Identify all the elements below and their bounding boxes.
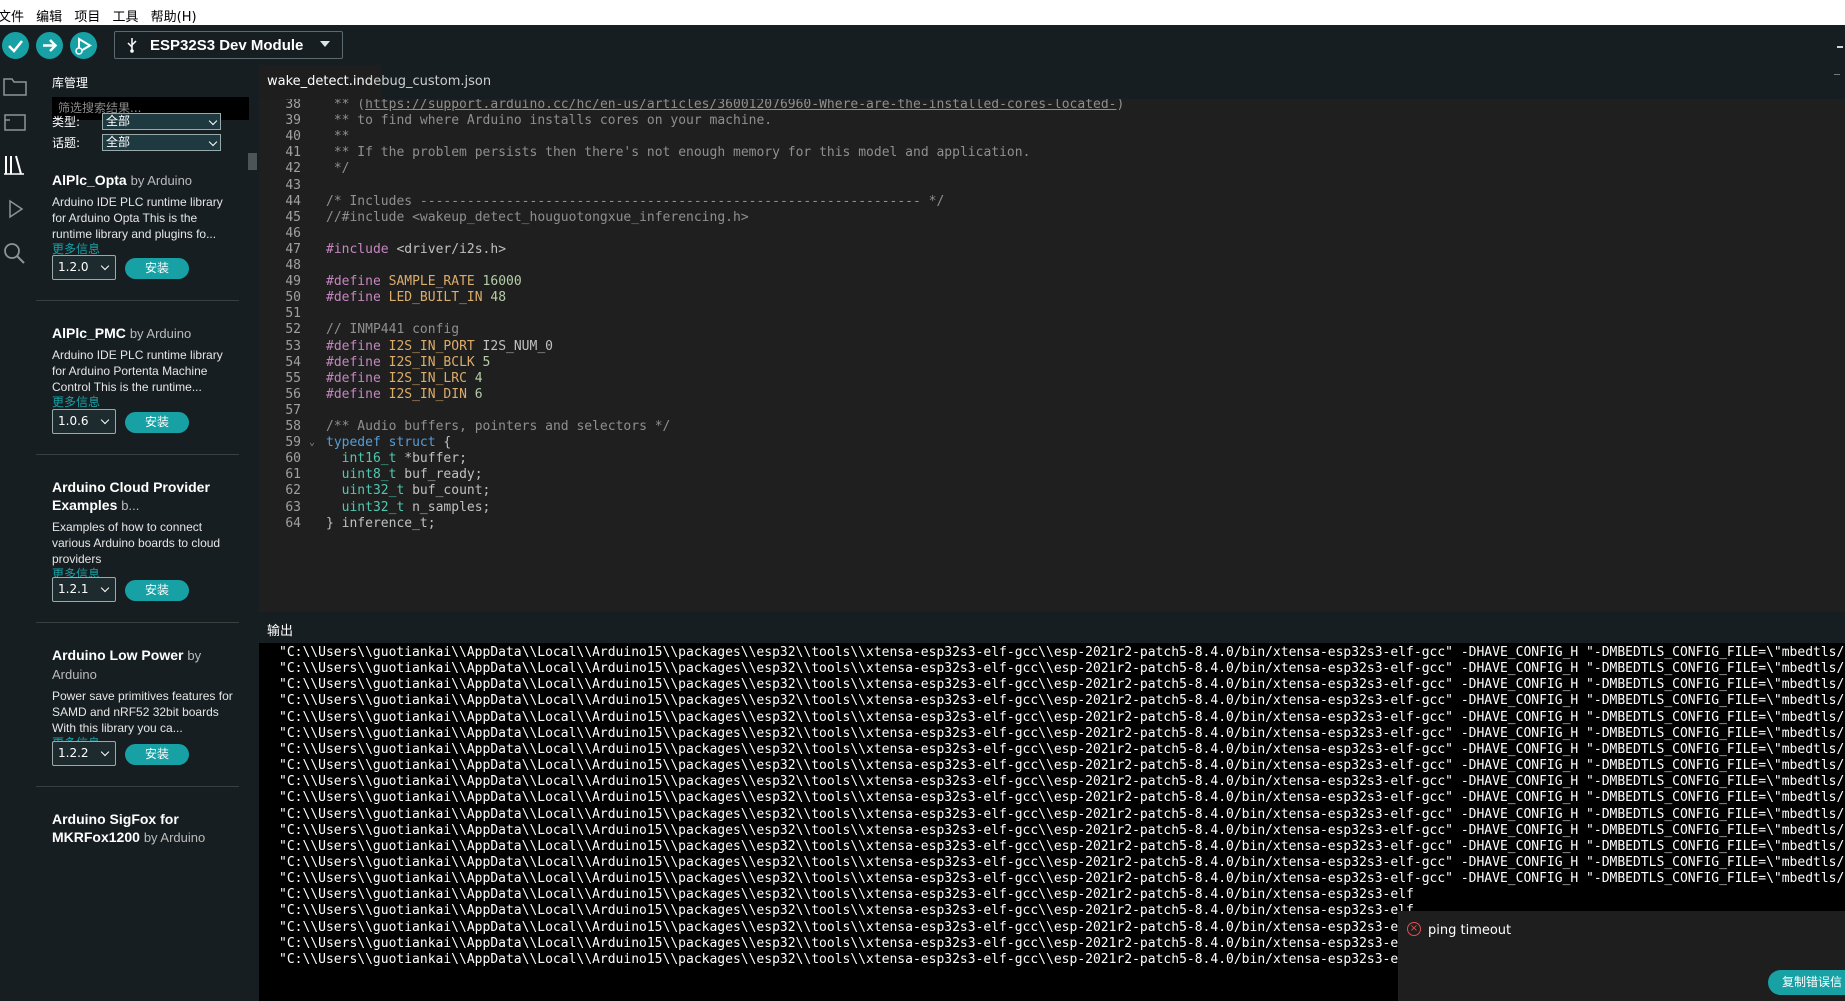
library-author: by Arduino <box>130 173 193 188</box>
output-title: 输出 <box>267 624 294 639</box>
library-name: AlPlc_Opta <box>52 172 127 188</box>
version-select[interactable]: 1.2.2 <box>52 741 116 766</box>
copy-error-button[interactable]: 复制错误信 <box>1768 970 1845 995</box>
tab-menu-icon[interactable] <box>1834 74 1840 75</box>
library-item: AlPlc_Opta by Arduino Arduino IDE PLC ru… <box>52 171 239 256</box>
library-description: Arduino IDE PLC runtime library for Ardu… <box>52 348 223 394</box>
library-item: Arduino Cloud Provider Examples b... Exa… <box>52 478 239 581</box>
arrow-right-icon <box>43 39 58 52</box>
library-item: AlPlc_PMC by Arduino Arduino IDE PLC run… <box>52 324 239 409</box>
library-name: AlPlc_PMC <box>52 325 126 341</box>
check-icon <box>8 40 23 53</box>
library-name: Arduino Low Power <box>52 647 184 663</box>
menu-edit[interactable]: 编辑 <box>36 0 70 25</box>
library-icon[interactable] <box>2 153 28 177</box>
notification-message: ping timeout <box>1428 923 1512 938</box>
tab-debug-custom[interactable]: debug_custom.json <box>357 65 499 99</box>
topic-filter-select[interactable]: 全部 <box>102 134 221 151</box>
install-button[interactable]: 安装 <box>125 412 189 433</box>
install-button[interactable]: 安装 <box>125 744 189 765</box>
line-number: 64 <box>285 515 301 531</box>
version-select[interactable]: 1.2.1 <box>52 577 116 602</box>
output-header: 输出 <box>259 612 1845 643</box>
error-icon: × <box>1407 922 1421 936</box>
board-label: ESP32S3 Dev Module <box>150 37 304 54</box>
notification-toast: × ping timeout 复制错误信 <box>1398 911 1845 1001</box>
library-manager-panel: 库管理 筛选搜索结果... 类型: 全部 话题: 全部 AlPlc_Opta b… <box>36 65 259 1001</box>
verify-button[interactable] <box>2 32 29 59</box>
menu-help[interactable]: 帮助(H) <box>151 0 205 25</box>
more-info-link[interactable]: 更多信息 <box>52 395 239 409</box>
menu-file[interactable]: 文件 <box>0 0 32 25</box>
divider <box>36 622 239 623</box>
code-text: } inference_t; <box>326 515 436 531</box>
library-author: by Arduino <box>143 830 206 845</box>
debug-panel-icon[interactable] <box>2 197 28 221</box>
install-button[interactable]: 安装 <box>125 258 189 279</box>
debug-button[interactable] <box>70 32 97 59</box>
topic-filter-label: 话题: <box>52 136 81 150</box>
code-editor[interactable]: 38 ** (https://support.arduino.cc/hc/en-… <box>259 99 1845 612</box>
install-button[interactable]: 安装 <box>125 580 189 601</box>
library-item: Arduino SigFox for MKRFox1200 by Arduino <box>52 810 239 847</box>
board-manager-icon[interactable] <box>2 111 28 133</box>
code-line: 64 } inference_t; <box>259 514 1845 533</box>
divider <box>36 454 239 455</box>
board-selector[interactable]: ESP32S3 Dev Module <box>114 31 343 59</box>
library-item: Arduino Low Power by Arduino Power save … <box>52 646 239 750</box>
library-description: Arduino IDE PLC runtime library for Ardu… <box>52 195 223 241</box>
divider <box>36 786 239 787</box>
upload-button[interactable] <box>36 32 63 59</box>
type-filter-label: 类型: <box>52 115 81 129</box>
menubar: 文件 编辑 项目 工具 帮助(H) <box>0 0 1845 25</box>
library-author: b... <box>121 498 140 513</box>
library-description: Power save primitives features for SAMD … <box>52 689 233 735</box>
library-description: Examples of how to connect various Ardui… <box>52 520 221 566</box>
search-icon[interactable] <box>2 241 28 265</box>
usb-icon <box>127 38 137 53</box>
editor-tabs: wake_detect.ino debug_custom.json <box>259 65 1845 99</box>
serial-monitor-icon[interactable] <box>1837 43 1843 48</box>
panel-title: 库管理 <box>52 76 89 90</box>
menu-project[interactable]: 项目 <box>74 0 108 25</box>
type-filter-select[interactable]: 全部 <box>102 113 221 130</box>
divider <box>36 300 239 301</box>
version-select[interactable]: 1.2.0 <box>52 255 116 280</box>
version-select[interactable]: 1.0.6 <box>52 409 116 434</box>
menu-tools[interactable]: 工具 <box>112 0 146 25</box>
more-info-link[interactable]: 更多信息 <box>52 242 239 256</box>
scrollbar-thumb[interactable] <box>248 153 257 170</box>
library-author: by Arduino <box>129 326 192 341</box>
activity-bar <box>0 65 36 1001</box>
debug-icon <box>75 37 92 55</box>
folder-icon[interactable] <box>2 75 28 97</box>
toolbar: ESP32S3 Dev Module <box>0 25 1845 65</box>
chevron-down-icon <box>320 41 330 47</box>
